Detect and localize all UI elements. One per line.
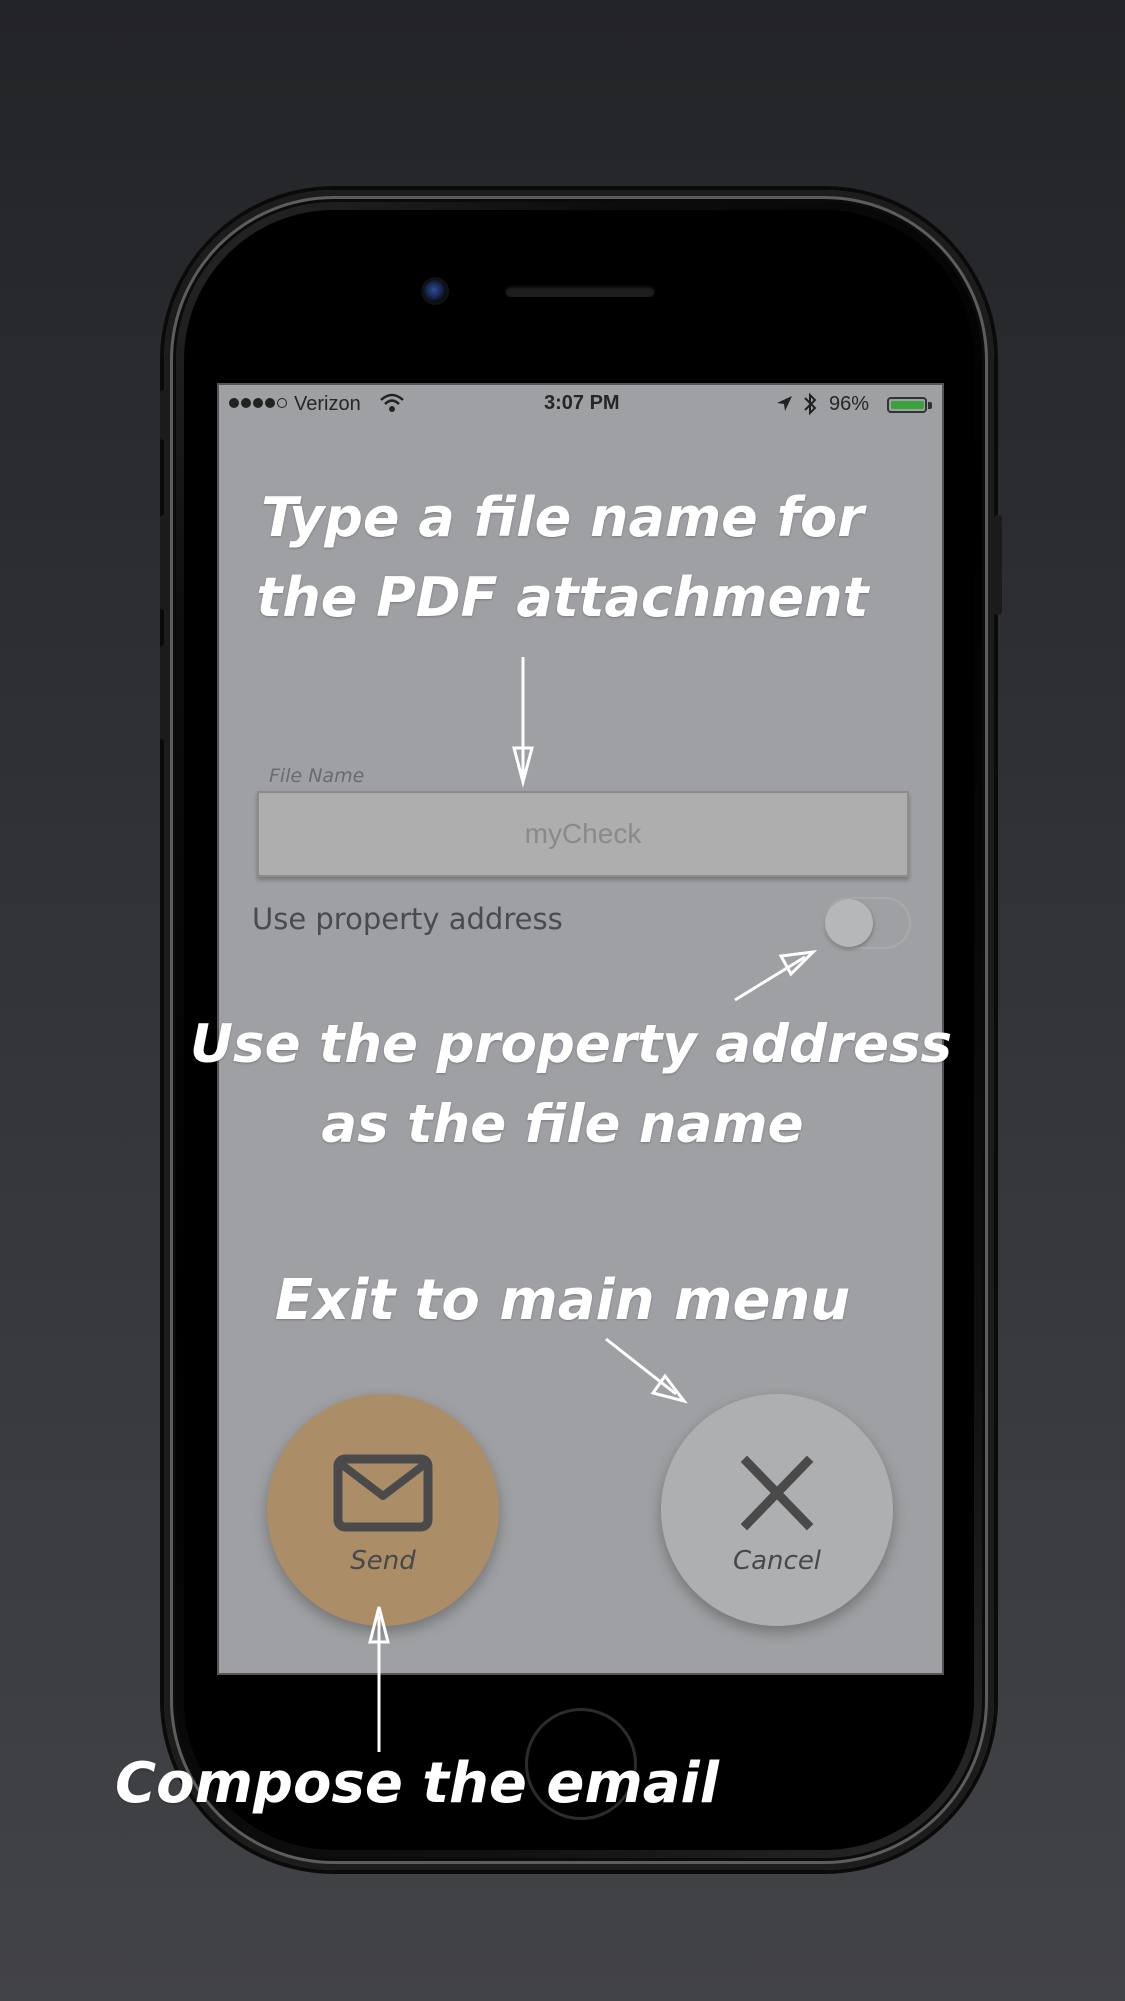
callout-exit: Exit to main menu [274,1268,851,1333]
callout-compose: Compose the email [115,1751,719,1816]
cancel-button[interactable]: Cancel [661,1394,893,1626]
close-icon [740,1455,814,1531]
power-button [994,515,1002,615]
callout-property-address-line-1: Use the property address [190,1014,953,1075]
callout-file-name: Type a file name for the PDF attachment [200,478,925,638]
send-button[interactable]: Send [267,1394,499,1626]
volume-down-button [160,645,168,740]
volume-up-button [160,515,168,610]
use-property-address-label: Use property address [252,902,563,936]
callout-property-address-line-2: as the file name [321,1094,804,1155]
use-property-address-toggle[interactable] [823,897,911,949]
battery-icon [887,397,927,413]
carrier-name: Verizon [294,393,361,415]
callout-file-name-line-1: Type a file name for [261,486,864,549]
signal-strength-icon [229,398,287,408]
battery-percent: 96% [829,393,870,415]
cancel-label: Cancel [732,1546,822,1576]
wifi-icon [380,393,404,412]
bluetooth-icon [804,392,817,416]
envelope-icon [333,1454,433,1532]
status-time: 3:07 PM [544,392,620,414]
file-name-label: File Name [269,765,365,787]
toggle-knob [825,899,873,947]
file-name-input[interactable]: myCheck [257,791,909,877]
mute-switch [160,390,168,440]
status-bar: Verizon 3:07 PM 96% [219,385,942,425]
front-camera [424,280,446,302]
location-arrow-icon [777,396,792,411]
callout-file-name-line-2: the PDF attachment [256,566,869,629]
earpiece-speaker [505,285,655,297]
send-label: Send [350,1546,416,1576]
callout-property-address: Use the property address as the file nam… [190,1005,953,1165]
battery-nub [928,402,932,409]
